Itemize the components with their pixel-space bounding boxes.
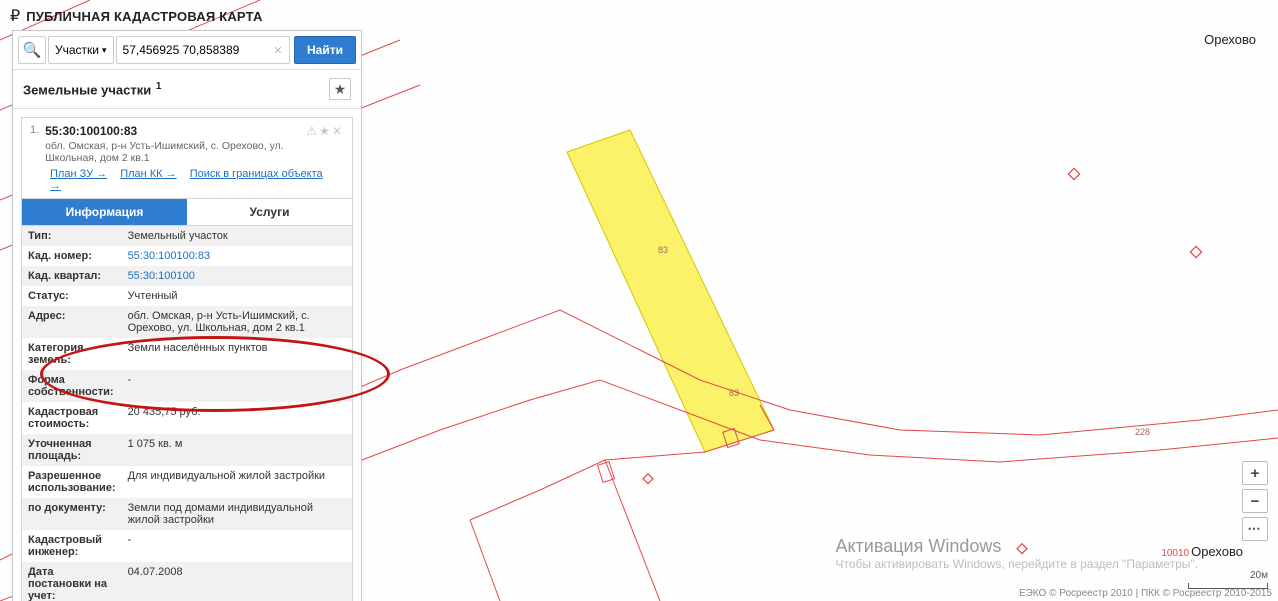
clear-icon[interactable]: ✕ <box>270 44 286 57</box>
result-index: 1. <box>30 124 45 164</box>
page-title: ПУБЛИЧНАЯ КАДАСТРОВАЯ КАРТА <box>26 9 262 24</box>
map-attribution: ЕЭКО © Росреестр 2010 | ПКК © Росреестр … <box>1019 588 1272 599</box>
cadnum-link[interactable]: 55:30:100100:83 <box>122 246 352 266</box>
map-scale: 20м <box>1188 570 1268 589</box>
plan-kk-link[interactable]: План КК → <box>120 168 176 180</box>
street-label: 228 <box>1135 427 1150 437</box>
card-action-icons[interactable]: ⚠★✕ <box>306 124 344 164</box>
map-more-button[interactable]: ⋯ <box>1242 517 1268 541</box>
tab-info[interactable]: Информация <box>22 198 187 226</box>
tab-services[interactable]: Услуги <box>187 198 352 226</box>
search-icon[interactable]: 🔍 <box>18 36 46 64</box>
zoom-in-button[interactable]: + <box>1242 461 1268 485</box>
parcel-label: 83 <box>658 245 668 255</box>
result-card: 1. 55:30:100100:83 обл. Омская, р-н Усть… <box>21 117 353 601</box>
properties-table: Тип:Земельный участок Кад. номер:55:30:1… <box>22 226 352 601</box>
map-zoom-controls: + − ⋯ <box>1242 461 1268 541</box>
result-cadastral-number[interactable]: 55:30:100100:83 <box>45 124 306 138</box>
rosreestr-logo-icon: ₽ <box>10 6 20 26</box>
zoom-out-button[interactable]: − <box>1242 489 1268 513</box>
results-heading: Земельные участки 1 <box>23 81 161 97</box>
result-address: обл. Омская, р-н Усть-Ишимский, с. Орехо… <box>45 140 306 164</box>
windows-watermark: Активация Windows Чтобы активировать Win… <box>835 536 1198 571</box>
search-results-panel: 🔍 Участки▾ ✕ Найти Земельные участки 1 ★… <box>12 30 362 601</box>
plan-zu-link[interactable]: План ЗУ → <box>50 168 107 180</box>
favorite-icon[interactable]: ★ <box>329 78 351 100</box>
parcel-label: 83 <box>729 388 739 398</box>
search-input[interactable] <box>116 36 290 64</box>
cadq-link[interactable]: 55:30:100100 <box>122 266 352 286</box>
layer-selector[interactable]: Участки▾ <box>48 36 114 64</box>
place-name-label: Орехово <box>1204 32 1256 47</box>
search-button[interactable]: Найти <box>294 36 356 64</box>
